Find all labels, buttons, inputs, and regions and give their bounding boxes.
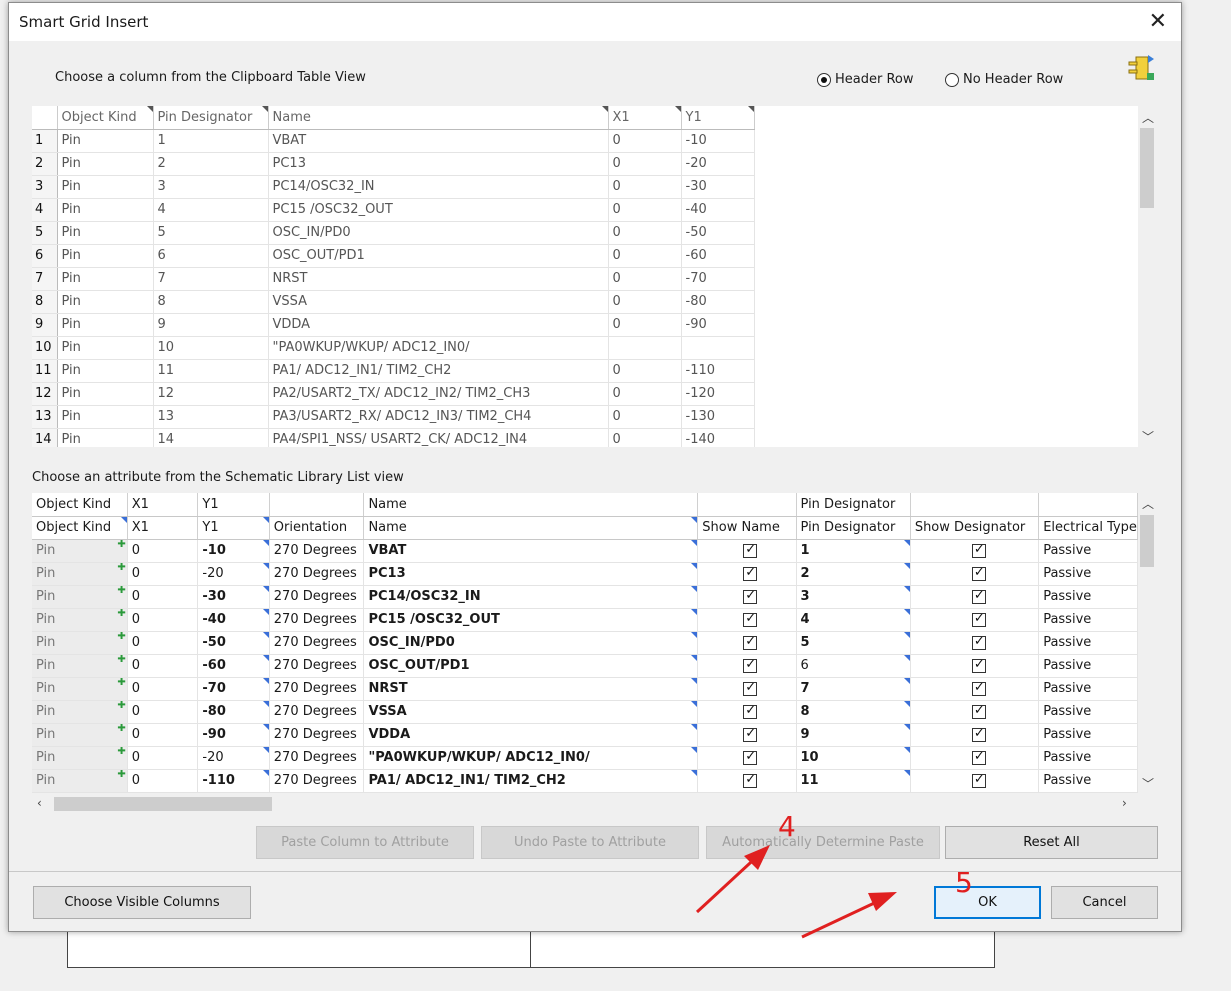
annotation-arrows bbox=[695, 845, 897, 939]
step-5-arrow bbox=[801, 896, 886, 939]
arrow-head-icon bbox=[868, 892, 897, 911]
